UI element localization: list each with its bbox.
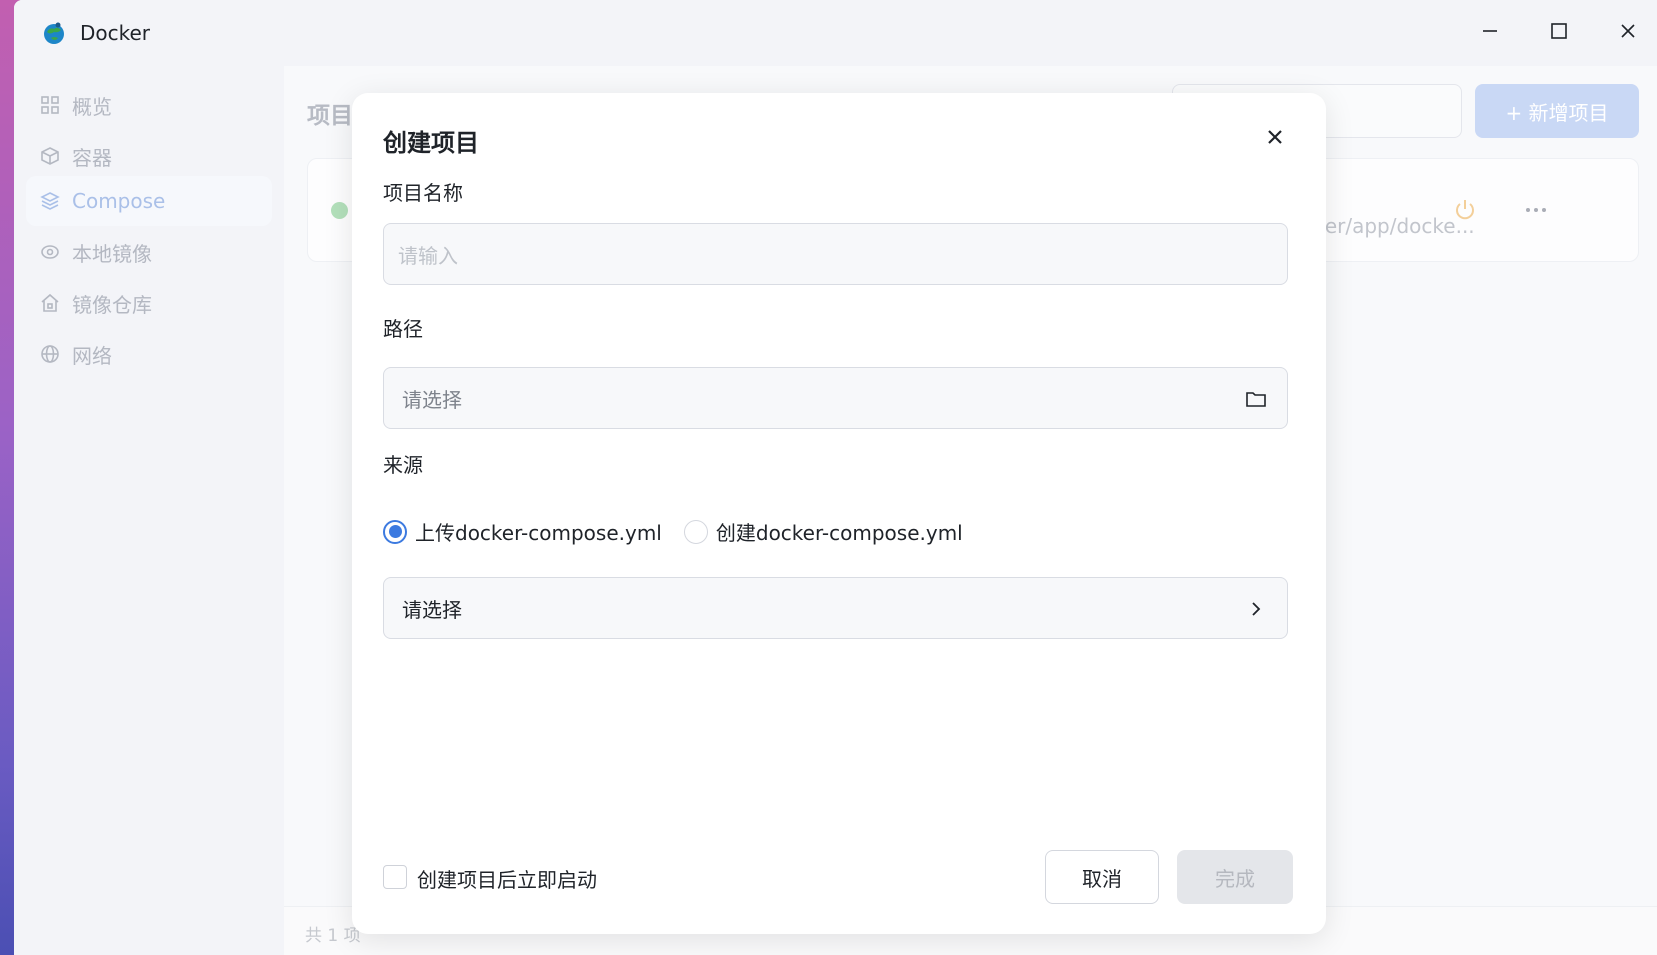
home-icon bbox=[38, 291, 62, 315]
compose-file-select[interactable]: 请选择 bbox=[383, 577, 1288, 639]
create-project-dialog: 创建项目 项目名称 请输入 路径 请选择 来源 上传docker-compose… bbox=[352, 93, 1326, 934]
sidebar-item-compose[interactable]: Compose bbox=[26, 176, 272, 226]
window-close-button[interactable] bbox=[1608, 15, 1648, 51]
radio-upload-compose[interactable] bbox=[383, 519, 407, 544]
name-placeholder: 请输入 bbox=[398, 243, 458, 268]
more-icon[interactable] bbox=[1523, 197, 1549, 223]
add-project-button[interactable]: + 新增项目 bbox=[1475, 84, 1639, 138]
chevron-right-icon bbox=[1243, 596, 1269, 622]
add-project-label: + 新增项目 bbox=[1505, 100, 1609, 125]
maximize-icon bbox=[1550, 22, 1568, 44]
cancel-label: 取消 bbox=[1082, 866, 1122, 891]
autostart-checkbox[interactable] bbox=[383, 865, 407, 889]
source-radio-group: 上传docker-compose.yml 创建docker-compose.ym… bbox=[383, 517, 985, 546]
layers-icon bbox=[38, 189, 62, 213]
sidebar-item-label: 概览 bbox=[72, 94, 112, 119]
folder-icon[interactable] bbox=[1243, 386, 1269, 412]
dialog-close-button[interactable] bbox=[1261, 125, 1289, 153]
globe-icon bbox=[38, 342, 62, 366]
done-button[interactable]: 完成 bbox=[1177, 850, 1293, 904]
sidebar-item-label: 网络 bbox=[72, 343, 112, 368]
minimize-icon bbox=[1481, 22, 1499, 44]
sidebar-item-label: 容器 bbox=[72, 145, 112, 170]
radio-upload-label[interactable]: 上传docker-compose.yml bbox=[415, 517, 662, 546]
docker-logo-icon bbox=[41, 20, 67, 46]
disc-icon bbox=[38, 240, 62, 264]
cancel-button[interactable]: 取消 bbox=[1045, 850, 1159, 904]
autostart-label[interactable]: 创建项目后立即启动 bbox=[417, 864, 597, 893]
sidebar-item-label: 本地镜像 bbox=[72, 241, 152, 266]
sidebar-item-containers[interactable]: 容器 bbox=[26, 131, 272, 181]
status-running-dot bbox=[331, 202, 348, 219]
sidebar-item-network[interactable]: 网络 bbox=[26, 329, 272, 379]
item-count: 共 1 项 bbox=[305, 926, 361, 946]
sidebar-item-registry[interactable]: 镜像仓库 bbox=[26, 278, 272, 328]
path-label: 路径 bbox=[383, 317, 423, 341]
done-label: 完成 bbox=[1215, 866, 1255, 891]
name-label: 项目名称 bbox=[383, 181, 463, 205]
project-path: ver/app/docke... bbox=[1313, 214, 1475, 238]
close-icon bbox=[1267, 129, 1283, 149]
sidebar-item-overview[interactable]: 概览 bbox=[26, 80, 272, 130]
dialog-title: 创建项目 bbox=[383, 129, 479, 157]
path-select-field[interactable]: 请选择 bbox=[383, 367, 1288, 429]
project-name-input[interactable]: 请输入 bbox=[383, 223, 1288, 285]
radio-create-compose[interactable] bbox=[683, 519, 708, 544]
cube-icon bbox=[38, 144, 62, 168]
close-icon bbox=[1619, 22, 1637, 44]
path-placeholder: 请选择 bbox=[402, 387, 462, 412]
grid-icon bbox=[38, 93, 62, 117]
sidebar-item-local-images[interactable]: 本地镜像 bbox=[26, 227, 272, 277]
sidebar-item-label: Compose bbox=[72, 189, 166, 213]
sidebar: 概览 容器 Compose 本地镜像 镜像仓库 网络 bbox=[14, 66, 284, 955]
app-title: Docker bbox=[80, 21, 151, 45]
source-label: 来源 bbox=[383, 453, 423, 477]
page-title: 项目 bbox=[307, 103, 353, 129]
sidebar-item-label: 镜像仓库 bbox=[72, 292, 152, 317]
minimize-button[interactable] bbox=[1470, 15, 1510, 51]
maximize-button[interactable] bbox=[1539, 15, 1579, 51]
power-icon[interactable] bbox=[1452, 197, 1478, 223]
title-bar: Docker bbox=[14, 0, 1657, 66]
radio-create-label[interactable]: 创建docker-compose.yml bbox=[716, 517, 963, 546]
file-select-label: 请选择 bbox=[402, 597, 462, 622]
